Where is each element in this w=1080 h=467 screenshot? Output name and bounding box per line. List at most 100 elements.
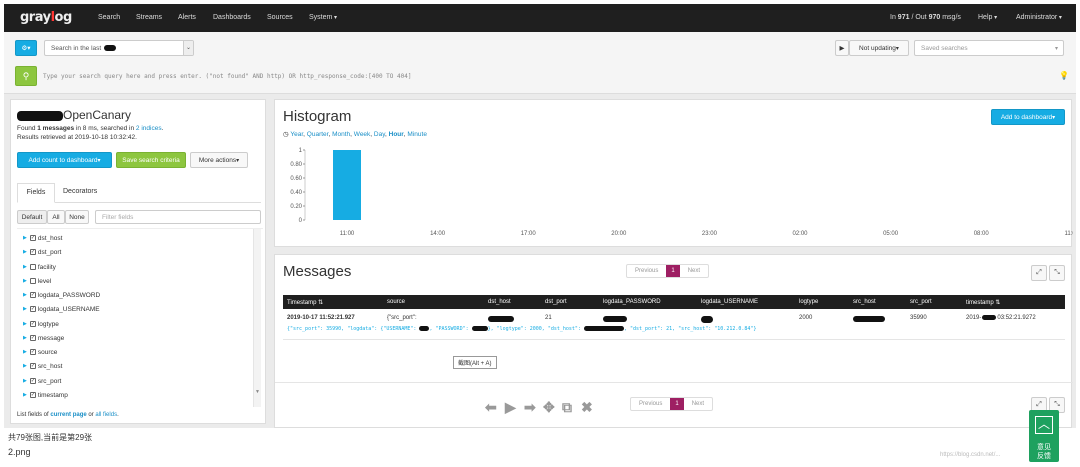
tab-decorators[interactable]: Decorators <box>63 183 97 203</box>
graylog-logo[interactable]: graylog <box>20 10 72 25</box>
col-dst-port[interactable]: dst_port <box>545 299 567 305</box>
expand-triangle-icon[interactable]: ▶ <box>23 321 27 327</box>
scroll-down-icon[interactable]: ▼ <box>255 389 260 395</box>
nav-help-dropdown[interactable]: Help <box>978 14 997 21</box>
col-logtype[interactable]: logtype <box>799 299 818 305</box>
nav-alerts[interactable]: Alerts <box>178 14 196 21</box>
field-checkbox[interactable]: ✓ <box>29 363 36 370</box>
field-checkbox[interactable] <box>29 278 36 285</box>
feedback-button[interactable]: ︿ 意见 反馈 <box>1029 410 1059 462</box>
collapse-icon[interactable]: ⤡ <box>1049 265 1065 281</box>
field-checkbox[interactable]: ✓ <box>29 235 36 242</box>
resolution-minute[interactable]: Minute <box>407 131 427 138</box>
expand-triangle-icon[interactable]: ▶ <box>23 349 27 355</box>
col-logdata-username[interactable]: logdata_USERNAME <box>701 299 758 305</box>
filter-none-button[interactable]: None <box>65 210 89 224</box>
arrow-left-icon[interactable]: ⬅ <box>485 399 497 416</box>
add-to-dashboard-button[interactable]: Add to dashboard <box>991 109 1065 125</box>
resolution-hour[interactable]: Hour <box>389 131 404 138</box>
add-count-to-dashboard-button[interactable]: Add count to dashboard <box>17 152 112 168</box>
play-icon[interactable]: ▶ <box>505 399 516 416</box>
resolution-week[interactable]: Week <box>354 131 371 138</box>
nav-user-dropdown[interactable]: Administrator <box>1016 14 1062 21</box>
field-checkbox[interactable]: ✓ <box>29 349 36 356</box>
field-item[interactable]: ▶ facility <box>23 264 56 271</box>
field-item[interactable]: ▶ ✓ logtype <box>23 321 59 328</box>
pager-previous[interactable]: Previous <box>627 265 666 277</box>
nav-search[interactable]: Search <box>98 14 120 21</box>
table-row[interactable]: 2019-10-17 11:52:21.927 {"src_port": 21 … <box>283 310 1065 340</box>
field-item[interactable]: ▶ ✓ logdata_PASSWORD <box>23 292 100 299</box>
field-item[interactable]: ▶ ✓ src_port <box>23 378 61 385</box>
close-icon[interactable]: ✖ <box>581 399 593 416</box>
field-checkbox[interactable]: ✓ <box>29 306 36 313</box>
expand-triangle-icon[interactable]: ▶ <box>23 264 27 270</box>
tab-fields[interactable]: Fields <box>17 183 55 203</box>
pager-current-page[interactable]: 1 <box>666 265 680 277</box>
arrow-right-icon[interactable]: ➡ <box>524 399 536 416</box>
search-type-dropdown[interactable]: ⚙▾ <box>15 40 37 56</box>
refresh-interval-dropdown[interactable]: Not updating <box>849 40 909 56</box>
nav-system-dropdown[interactable]: System <box>309 14 337 21</box>
col-src-host[interactable]: src_host <box>853 299 876 305</box>
field-item[interactable]: ▶ ✓ dst_port <box>23 249 61 256</box>
field-list-scrollbar[interactable]: ▼ <box>253 229 261 407</box>
resolution-day[interactable]: Day <box>374 131 385 138</box>
search-query-input[interactable]: Type your search query here and press en… <box>37 66 1066 86</box>
field-item[interactable]: ▶ ✓ message <box>23 335 64 342</box>
expand-triangle-icon[interactable]: ▶ <box>23 292 27 298</box>
field-checkbox[interactable]: ✓ <box>29 321 36 328</box>
save-search-criteria-button[interactable]: Save search criteria <box>116 152 186 168</box>
expand-triangle-icon[interactable]: ▶ <box>23 306 27 312</box>
col-timestamp2[interactable]: timestamp ⇅ <box>966 299 1000 306</box>
expand-triangle-icon[interactable]: ▶ <box>23 278 27 284</box>
filter-fields-input[interactable]: Filter fields <box>95 210 261 224</box>
field-checkbox[interactable] <box>29 264 36 271</box>
resolution-year[interactable]: Year <box>290 131 303 138</box>
nav-dashboards[interactable]: Dashboards <box>213 14 251 21</box>
field-item[interactable]: ▶ ✓ timestamp <box>23 392 68 399</box>
saved-searches-select[interactable]: Saved searches ▾ <box>914 40 1064 56</box>
expand-triangle-icon[interactable]: ▶ <box>23 378 27 384</box>
current-page-fields-link[interactable]: current page <box>50 412 86 418</box>
play-button[interactable]: ▶ <box>835 40 849 56</box>
expand-triangle-icon[interactable]: ▶ <box>23 363 27 369</box>
pager-current-page[interactable]: 1 <box>670 398 684 410</box>
col-timestamp[interactable]: Timestamp ⇅ <box>287 299 323 306</box>
expand-triangle-icon[interactable]: ▶ <box>23 235 27 241</box>
nav-sources[interactable]: Sources <box>267 14 293 21</box>
filter-all-button[interactable]: All <box>47 210 65 224</box>
expand-triangle-icon[interactable]: ▶ <box>23 249 27 255</box>
field-checkbox[interactable]: ✓ <box>29 249 36 256</box>
lightbulb-icon[interactable]: 💡 <box>1059 71 1069 80</box>
histogram-bar[interactable] <box>333 150 361 220</box>
time-range-select[interactable]: Search in the last ⌄ <box>44 40 194 56</box>
field-item[interactable]: ▶ ✓ src_host <box>23 363 62 370</box>
col-src-port[interactable]: src_port <box>910 299 932 305</box>
filter-default-button[interactable]: Default <box>17 210 47 224</box>
col-dst-host[interactable]: dst_host <box>488 299 511 305</box>
external-link-icon[interactable]: ⧉ <box>562 399 572 416</box>
expand-triangle-icon[interactable]: ▶ <box>23 335 27 341</box>
indices-link[interactable]: 2 indices <box>136 125 162 132</box>
all-fields-link[interactable]: all fields <box>95 412 117 418</box>
pager-previous[interactable]: Previous <box>631 398 670 410</box>
field-item[interactable]: ▶ ✓ logdata_USERNAME <box>23 306 100 313</box>
field-item[interactable]: ▶ ✓ source <box>23 349 57 356</box>
expand-triangle-icon[interactable]: ▶ <box>23 392 27 398</box>
expand-icon[interactable]: ⤢ <box>1031 265 1047 281</box>
nav-streams[interactable]: Streams <box>136 14 162 21</box>
search-submit-button[interactable]: ⚲ <box>15 66 37 86</box>
field-checkbox[interactable]: ✓ <box>29 335 36 342</box>
resolution-quarter[interactable]: Quarter <box>307 131 329 138</box>
resolution-month[interactable]: Month <box>332 131 350 138</box>
pager-next[interactable]: Next <box>684 398 712 410</box>
field-checkbox[interactable]: ✓ <box>29 378 36 385</box>
field-item[interactable]: ▶ level <box>23 278 51 285</box>
col-logdata-password[interactable]: logdata_PASSWORD <box>603 299 661 305</box>
field-item[interactable]: ▶ ✓ dst_host <box>23 235 62 242</box>
move-icon[interactable]: ✥ <box>543 399 555 416</box>
col-source[interactable]: source <box>387 299 405 305</box>
more-actions-dropdown[interactable]: More actions <box>190 152 248 168</box>
field-checkbox[interactable]: ✓ <box>29 292 36 299</box>
